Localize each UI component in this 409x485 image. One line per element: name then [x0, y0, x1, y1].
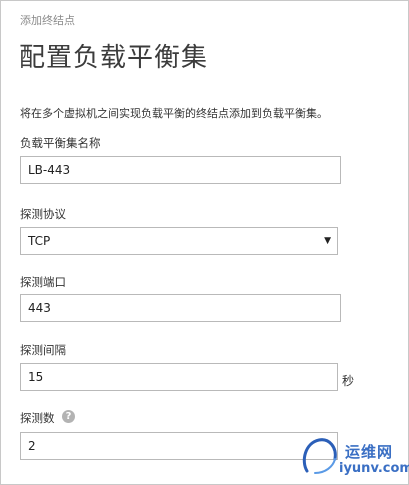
description-text: 将在多个虚拟机之间实现负载平衡的终结点添加到负载平衡集。: [20, 107, 328, 120]
page-title: 配置负载平衡集: [19, 43, 209, 73]
interval-input[interactable]: 15: [20, 363, 338, 391]
port-label: 探测端口: [20, 275, 66, 289]
protocol-select[interactable]: TCP ▼: [20, 227, 338, 255]
breadcrumb: 添加终结点: [20, 14, 75, 27]
dialog-panel: 添加终结点 配置负载平衡集 将在多个虚拟机之间实现负载平衡的终结点添加到负载平衡…: [0, 0, 409, 485]
question-icon[interactable]: ?: [62, 410, 75, 423]
name-label: 负载平衡集名称: [20, 136, 101, 150]
protocol-label: 探测协议: [20, 207, 66, 221]
interval-unit: 秒: [342, 374, 355, 388]
count-input[interactable]: 2: [20, 432, 338, 460]
watermark-line1: 运维网: [345, 443, 394, 461]
port-input[interactable]: 443: [20, 294, 341, 322]
interval-label: 探测间隔: [20, 343, 66, 357]
chevron-down-icon: ▼: [324, 236, 331, 246]
count-label: 探测数: [20, 411, 55, 425]
protocol-value: TCP: [28, 234, 51, 248]
watermark-line2: iyunv.com: [339, 461, 409, 476]
watermark-logo: [302, 438, 337, 474]
watermark: 运维网 iyunv.com: [299, 433, 409, 485]
name-input[interactable]: LB-443: [20, 156, 341, 184]
